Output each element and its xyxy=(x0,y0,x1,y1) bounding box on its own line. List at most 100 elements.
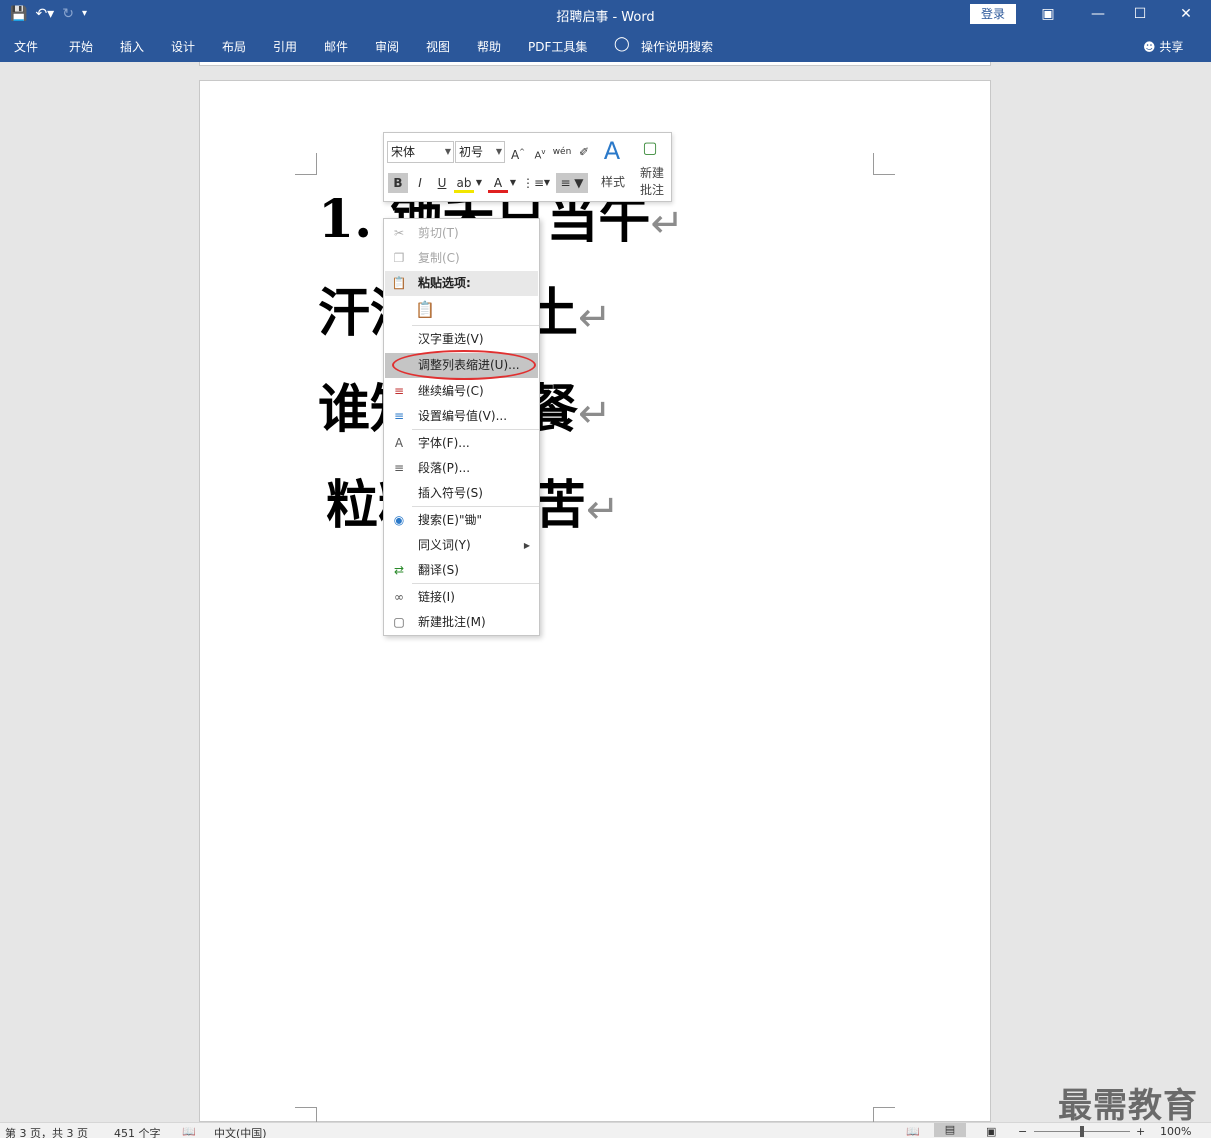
new-comment-label[interactable]: 新建 xyxy=(635,164,669,181)
menu-item-label: 段落(P)... xyxy=(418,461,471,475)
language[interactable]: 中文(中国) xyxy=(214,1125,267,1138)
zoom-in-button[interactable]: + xyxy=(1136,1125,1145,1138)
bullets-icon[interactable]: ⋮≡ xyxy=(522,173,544,193)
chevron-down-icon: ▼ xyxy=(444,147,451,156)
font-name-combo[interactable]: 宋体 ▼ xyxy=(387,141,454,163)
tell-me-search[interactable]: 操作说明搜索 xyxy=(641,38,713,55)
menu-item-label: 汉字重选(V) xyxy=(418,332,484,346)
menu-item-new-comment[interactable]: ▢ 新建批注(M) xyxy=(385,610,538,635)
person-icon: ☻ xyxy=(1143,40,1160,54)
tab-review[interactable]: 审阅 xyxy=(375,38,399,55)
menu-item-copy[interactable]: ❐ 复制(C) xyxy=(385,246,538,271)
close-icon[interactable]: ✕ xyxy=(1163,2,1209,26)
menu-item-font[interactable]: A 字体(F)... xyxy=(385,431,538,456)
font-size-combo[interactable]: 初号 ▼ xyxy=(455,141,505,163)
grow-font-icon[interactable]: A^ xyxy=(508,142,528,162)
tab-view[interactable]: 视图 xyxy=(426,38,450,55)
chevron-down-icon[interactable]: ▼ xyxy=(508,173,518,193)
tab-file[interactable]: 文件 xyxy=(14,38,38,55)
paste-keep-text-button[interactable]: 📋 xyxy=(385,297,538,325)
new-comment-icon[interactable]: ▢ xyxy=(640,138,660,158)
chevron-right-icon: ▶ xyxy=(523,541,530,550)
zoom-level[interactable]: 100% xyxy=(1160,1125,1191,1138)
phonetic-guide-icon[interactable]: wén xyxy=(552,142,572,162)
menu-item-paragraph[interactable]: ≡ 段落(P)... xyxy=(385,456,538,481)
menu-item-label: 新建批注(M) xyxy=(418,615,486,629)
menu-item-label: 搜索(E)"锄" xyxy=(418,513,482,527)
ribbon-tab-row: 文件 开始 插入 设计 布局 引用 邮件 审阅 视图 帮助 PDF工具集 ◯ 操… xyxy=(0,30,1211,62)
tab-mailings[interactable]: 邮件 xyxy=(324,38,348,55)
tab-insert[interactable]: 插入 xyxy=(120,38,144,55)
login-button[interactable]: 登录 xyxy=(970,4,1016,24)
set-numbering-icon: ≡ xyxy=(393,409,405,423)
menu-item-label: 同义词(Y) xyxy=(418,538,471,552)
menu-item-continue-numbering[interactable]: ≡ 继续编号(C) xyxy=(385,379,538,404)
tab-help[interactable]: 帮助 xyxy=(477,38,501,55)
chevron-down-icon[interactable]: ▼ xyxy=(474,173,484,193)
word-count[interactable]: 451 个字 xyxy=(114,1125,161,1138)
menu-separator xyxy=(412,583,539,584)
menu-item-search[interactable]: ◉ 搜索(E)"锄" xyxy=(385,508,538,533)
proofing-icon[interactable]: 📖 xyxy=(182,1125,196,1138)
menu-item-cut[interactable]: ✂ 剪切(T) xyxy=(385,221,538,246)
zoom-out-button[interactable]: − xyxy=(1018,1125,1027,1138)
watermark: 最需教育 xyxy=(1058,1086,1198,1126)
format-painter-icon[interactable]: ✐ xyxy=(574,142,594,162)
menu-item-reconvert[interactable]: 汉字重选(V) xyxy=(385,327,538,352)
tab-references[interactable]: 引用 xyxy=(273,38,297,55)
chevron-down-icon[interactable]: ▼ xyxy=(542,173,552,193)
menu-item-label: 剪切(T) xyxy=(418,226,459,240)
styles-label[interactable]: 样式 xyxy=(596,173,630,190)
numbering-icon[interactable]: ≡ ▼ xyxy=(556,173,588,193)
tab-design[interactable]: 设计 xyxy=(171,38,195,55)
status-bar: 第 3 页，共 3 页 451 个字 📖 中文(中国) 📖 ▤ ▣ − + 10… xyxy=(0,1122,1211,1138)
highlight-color-icon[interactable]: ab xyxy=(454,173,474,193)
paragraph-mark: ↵ xyxy=(578,391,612,437)
minimize-icon[interactable]: — xyxy=(1075,2,1121,26)
annotation-ellipse xyxy=(392,350,536,380)
title-bar: 💾 ↶▾ ↻ ▾ 招聘启事 - Word 登录 ▣ — ☐ ✕ xyxy=(0,0,1211,30)
menu-separator xyxy=(412,325,539,326)
page-info[interactable]: 第 3 页，共 3 页 xyxy=(5,1125,88,1138)
underline-button[interactable]: U xyxy=(432,173,452,193)
menu-item-label: 插入符号(S) xyxy=(418,486,483,500)
tab-pdf-tools[interactable]: PDF工具集 xyxy=(528,38,587,55)
bold-button[interactable]: B xyxy=(388,173,408,193)
search-icon: ◉ xyxy=(393,513,405,527)
menu-separator xyxy=(412,429,539,430)
context-menu: ✂ 剪切(T) ❐ 复制(C) 📋 粘贴选项: 📋 汉字重选(V) 调整列表缩进(U)… xyxy=(383,218,540,636)
tab-layout[interactable]: 布局 xyxy=(222,38,246,55)
print-layout-icon[interactable]: ▤ xyxy=(934,1123,966,1137)
share-button[interactable]: ☻ 共享 xyxy=(1143,38,1183,55)
font-color-icon[interactable]: A xyxy=(488,173,508,193)
font-icon: A xyxy=(394,436,404,450)
paragraph-mark: ↵ xyxy=(650,201,684,247)
paste-icon: 📋 xyxy=(391,276,407,290)
tab-home[interactable]: 开始 xyxy=(69,38,93,55)
shrink-font-icon[interactable]: Av xyxy=(530,142,550,162)
menu-item-label: 字体(F)... xyxy=(418,436,470,450)
paragraph-icon: ≡ xyxy=(393,461,405,475)
lightbulb-icon: ◯ xyxy=(614,36,630,52)
menu-item-set-numbering-value[interactable]: ≡ 设置编号值(V)... xyxy=(385,404,538,429)
menu-item-translate[interactable]: ⇄ 翻译(S) xyxy=(385,558,538,583)
translate-icon: ⇄ xyxy=(393,563,405,577)
maximize-icon[interactable]: ☐ xyxy=(1117,2,1163,26)
italic-button[interactable]: I xyxy=(410,173,430,193)
zoom-slider-handle[interactable] xyxy=(1080,1126,1084,1137)
font-name-value: 宋体 xyxy=(391,145,416,159)
menu-item-label: 翻译(S) xyxy=(418,563,459,577)
read-mode-icon[interactable]: 📖 xyxy=(906,1125,920,1138)
chevron-down-icon: ▼ xyxy=(495,147,502,156)
styles-icon[interactable]: A xyxy=(596,136,628,166)
menu-item-link[interactable]: ∞ 链接(I) xyxy=(385,585,538,610)
menu-item-insert-symbol[interactable]: 插入符号(S) xyxy=(385,481,538,506)
link-icon: ∞ xyxy=(394,590,404,604)
ribbon-display-icon[interactable]: ▣ xyxy=(1025,2,1071,26)
menu-item-synonyms[interactable]: 同义词(Y) ▶ xyxy=(385,533,538,558)
web-layout-icon[interactable]: ▣ xyxy=(986,1125,996,1138)
menu-section-paste-options: 📋 粘贴选项: xyxy=(385,271,538,296)
mini-toolbar: 宋体 ▼ 初号 ▼ A^ Av wén ✐ A 样式 ▢ 新建 批注 B I U a… xyxy=(383,132,672,202)
new-comment-label[interactable]: 批注 xyxy=(635,181,669,198)
paragraph-mark: ↵ xyxy=(578,295,612,341)
